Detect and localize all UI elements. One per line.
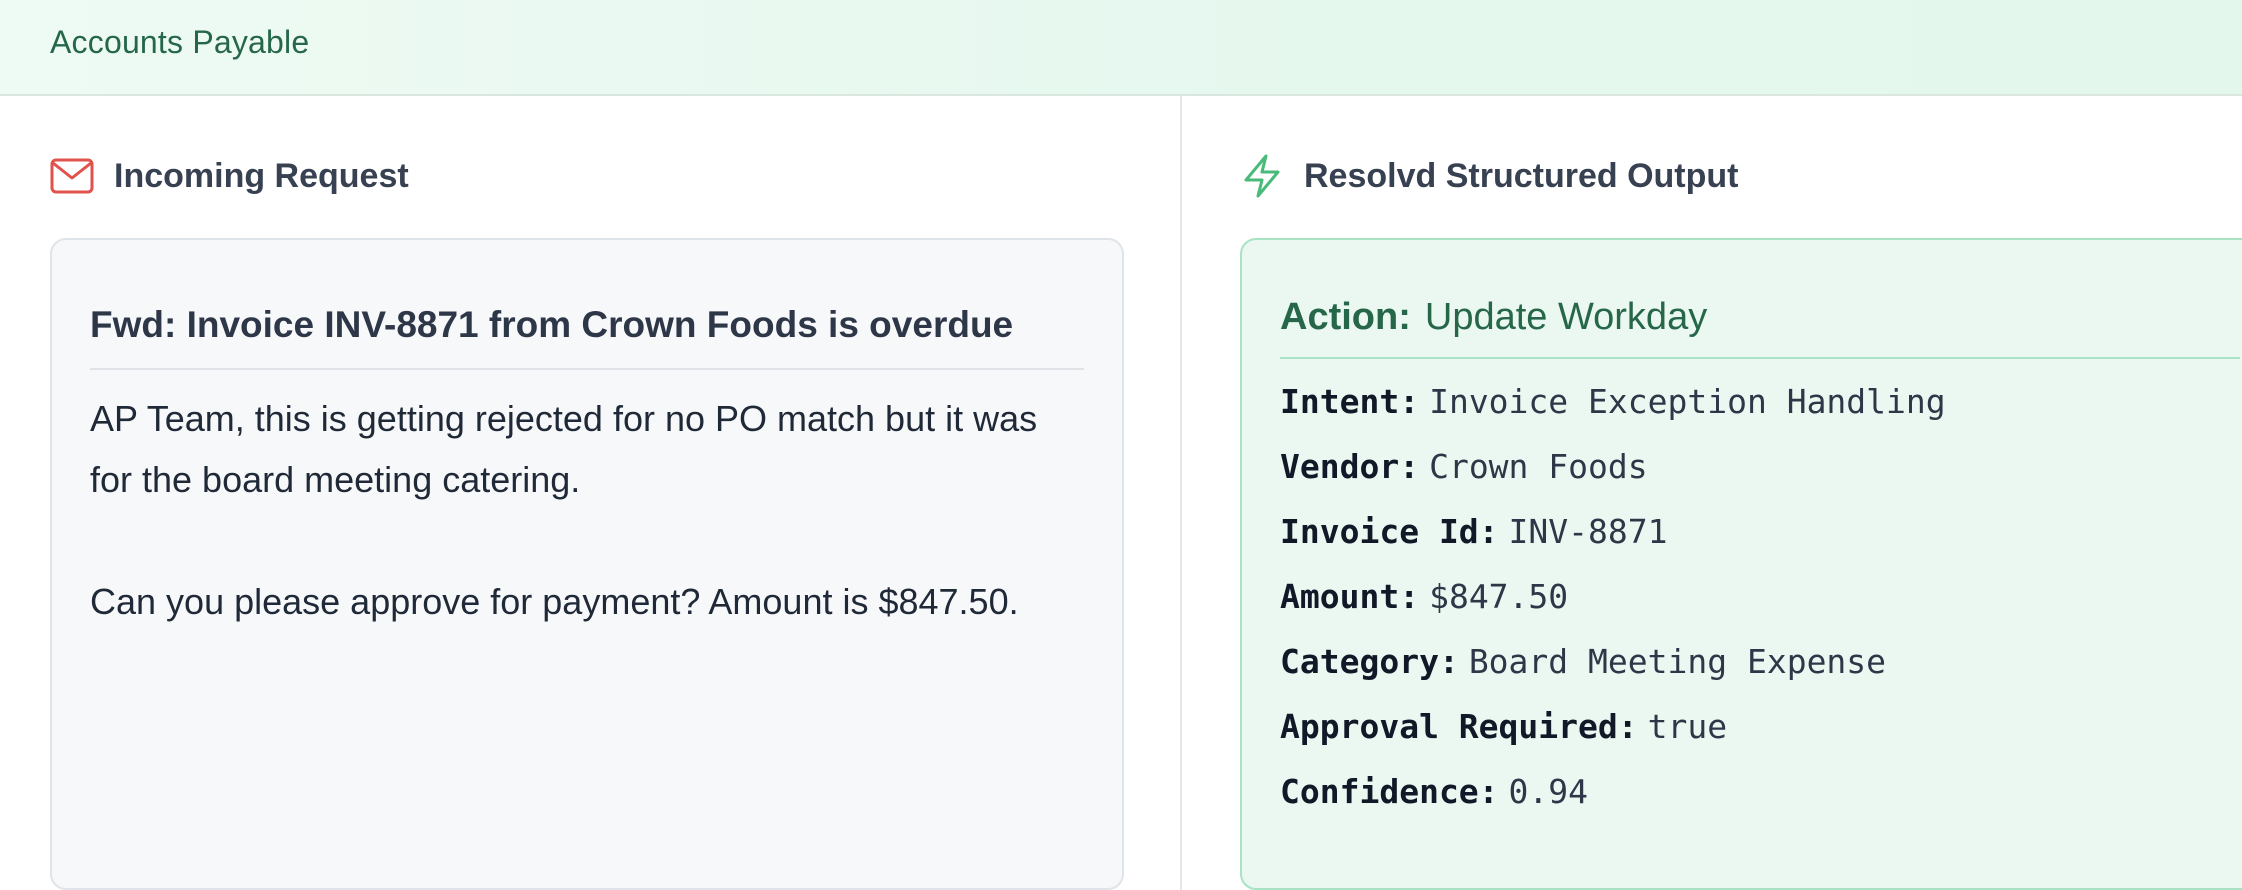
field-value: Invoice Exception Handling: [1429, 382, 1946, 421]
structured-output-header: Resolvd Structured Output: [1240, 154, 1738, 198]
field-value: INV-8871: [1508, 512, 1668, 551]
field-category: Category: Board Meeting Expense: [1280, 629, 2240, 694]
action-row: Action: Update Workday: [1280, 296, 2240, 359]
field-confidence: Confidence: 0.94: [1280, 759, 2240, 824]
mail-icon: [50, 154, 94, 198]
field-amount: Amount: $847.50: [1280, 564, 2240, 629]
field-key: Intent:: [1280, 382, 1420, 421]
app-title: Accounts Payable: [50, 24, 310, 60]
field-value: $847.50: [1429, 577, 1569, 616]
action-value: Update Workday: [1424, 296, 1708, 338]
field-value: Crown Foods: [1429, 447, 1648, 486]
structured-output-card: Action: Update Workday Intent: Invoice Exc…: [1240, 238, 2242, 890]
lightning-bolt-icon: [1240, 154, 1284, 198]
field-approval-required: Approval Required: true: [1280, 694, 2240, 759]
column-divider: [1180, 96, 1182, 890]
field-key: Vendor:: [1280, 447, 1420, 486]
field-key: Invoice Id:: [1280, 512, 1499, 551]
incoming-request-header: Incoming Request: [50, 154, 409, 198]
email-body: AP Team, this is getting rejected for no…: [90, 398, 1038, 622]
field-key: Confidence:: [1280, 772, 1499, 811]
incoming-request-heading: Incoming Request: [114, 156, 409, 195]
field-intent: Intent: Invoice Exception Handling: [1280, 369, 2240, 434]
field-vendor: Vendor: Crown Foods: [1280, 434, 2240, 499]
field-key: Amount:: [1280, 577, 1420, 616]
structured-output-heading: Resolvd Structured Output: [1304, 156, 1739, 195]
field-value: Board Meeting Expense: [1468, 642, 1887, 681]
output-fields: Intent: Invoice Exception Handling Vendor…: [1280, 369, 2240, 824]
action-label: Action:: [1280, 296, 1411, 338]
app-header: Accounts Payable: [0, 0, 2242, 96]
field-key: Approval Required:: [1280, 707, 1638, 746]
field-value: 0.94: [1508, 772, 1589, 811]
incoming-request-card: Fwd: Invoice INV-8871 from Crown Foods i…: [50, 238, 1124, 890]
field-invoice-id: Invoice Id: INV-8871: [1280, 499, 2240, 564]
field-value: true: [1647, 707, 1728, 746]
field-key: Category:: [1280, 642, 1459, 681]
email-subject: Fwd: Invoice INV-8871 from Crown Foods i…: [90, 304, 1084, 370]
